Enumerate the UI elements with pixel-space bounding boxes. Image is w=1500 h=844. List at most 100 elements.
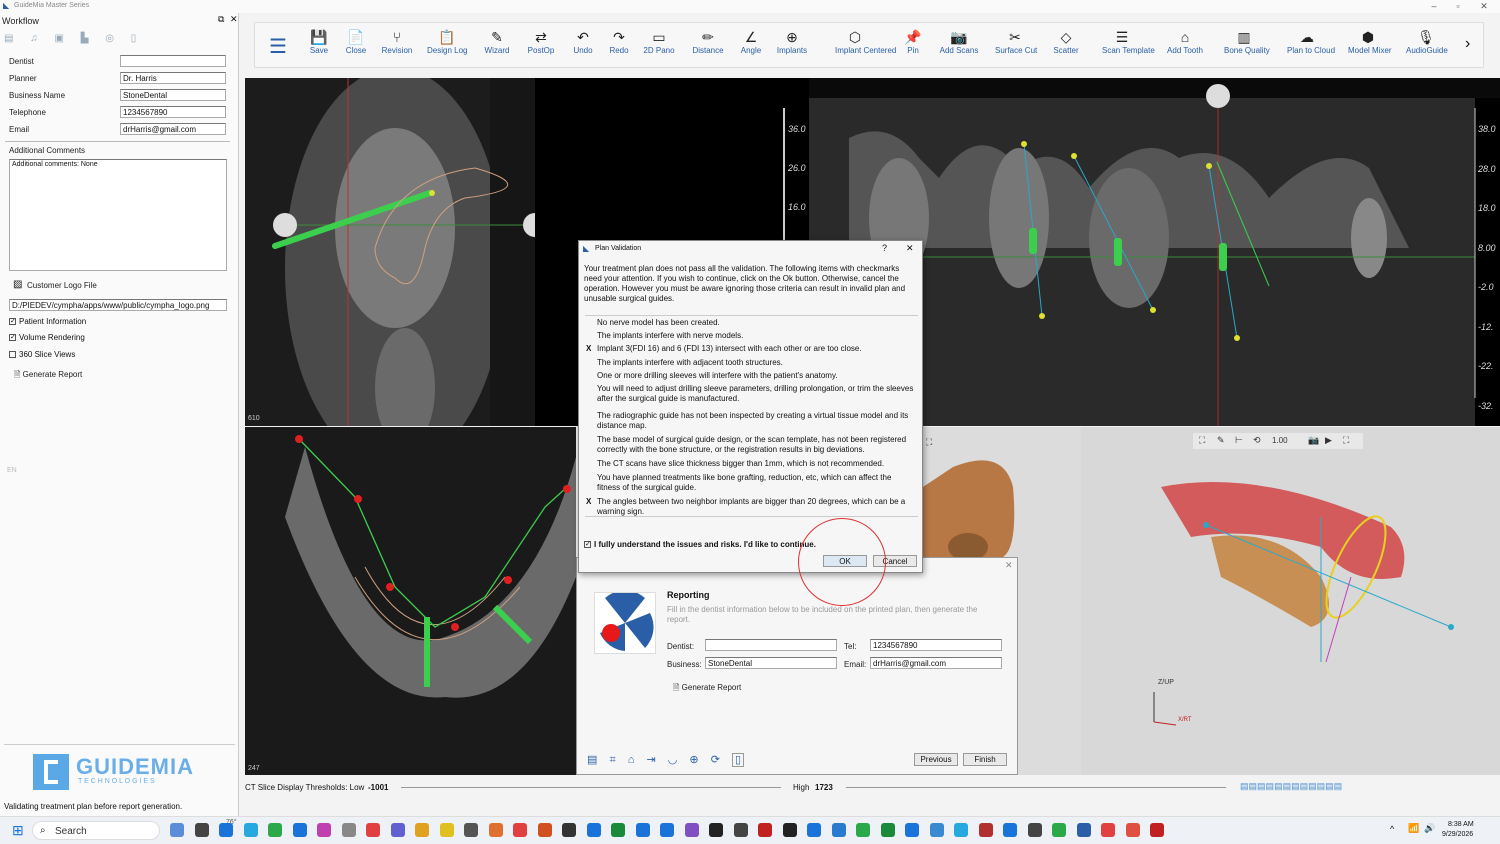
rep-tel-field[interactable]: 1234567890 xyxy=(870,639,1002,651)
layout-10-icon[interactable]: ▤ xyxy=(1317,781,1326,791)
maximize-button[interactable]: ▫ xyxy=(1448,0,1468,12)
rep-dentist-field[interactable] xyxy=(705,639,837,651)
report-tab-icon[interactable]: ▤ xyxy=(4,33,13,44)
layout-4-icon[interactable]: ▤ xyxy=(1266,781,1275,791)
arch-view[interactable]: 247 xyxy=(245,427,576,775)
toolbar-2d-pano-button[interactable]: ▭ 2D Pano xyxy=(639,28,679,55)
taskbar-app-icon[interactable] xyxy=(807,823,821,837)
logo-label[interactable]: Customer Logo File xyxy=(27,281,97,290)
comments-textarea[interactable]: Additional comments: None xyxy=(9,159,227,271)
chart-tab-icon[interactable]: ▙ xyxy=(81,33,89,44)
low-slider[interactable] xyxy=(401,787,781,788)
taskbar-app-icon[interactable] xyxy=(562,823,576,837)
toolbar-plan-to-cloud-button[interactable]: ☁ Plan to Cloud xyxy=(1287,28,1335,55)
taskbar-app-icon[interactable] xyxy=(243,823,258,837)
toolbar-revision-button[interactable]: ⑂ Revision xyxy=(377,28,417,55)
step-implant-icon[interactable]: ⊕ xyxy=(689,754,698,766)
layout-2-icon[interactable]: ▤ xyxy=(1249,781,1258,791)
taskbar-app-icon[interactable] xyxy=(929,823,944,837)
dialog-close-button[interactable]: ✕ xyxy=(906,243,914,254)
close-panel-icon[interactable]: ✕ xyxy=(230,14,238,25)
taskbar-app-icon[interactable] xyxy=(660,823,674,837)
toolbar-add-tooth-button[interactable]: ⌂ Add Tooth xyxy=(1165,28,1205,55)
audio-tab-icon[interactable]: ♫ xyxy=(30,33,38,44)
rep-generate-button[interactable]: 🗎 Generate Report xyxy=(673,682,741,696)
help-button[interactable]: ? xyxy=(882,243,887,253)
pen-icon[interactable]: ✎ xyxy=(1217,435,1225,446)
taskbar-app-icon[interactable] xyxy=(464,823,478,837)
taskbar-app-icon[interactable] xyxy=(219,823,233,837)
toolbar-postop-button[interactable]: ⇄ PostOp xyxy=(521,28,561,55)
rotate-icon[interactable]: ⟲ xyxy=(1253,435,1261,446)
document-tab-icon[interactable]: ▯ xyxy=(131,33,137,44)
volume-rendering-checkbox[interactable]: ✓ Volume Rendering xyxy=(9,333,85,342)
taskbar-app-icon[interactable] xyxy=(905,823,919,837)
video-icon[interactable]: ▶ xyxy=(1325,435,1332,446)
taskbar-app-icon[interactable] xyxy=(880,823,895,837)
layout-5-icon[interactable]: ▤ xyxy=(1274,781,1283,791)
taskbar-app-icon[interactable] xyxy=(415,823,429,837)
toolbar-implants-button[interactable]: ⊕ Implants xyxy=(772,28,812,55)
rep-email-field[interactable]: drHarris@gmail.com xyxy=(870,657,1002,669)
compass-tab-icon[interactable]: ◎ xyxy=(105,33,114,44)
dentist-field[interactable] xyxy=(120,55,226,67)
taskbar-app-icon[interactable] xyxy=(635,823,650,837)
taskbar-app-icon[interactable] xyxy=(194,823,209,837)
toolbar-design-log-button[interactable]: 📋 Design Log xyxy=(427,28,467,55)
taskbar-app-icon[interactable] xyxy=(390,823,405,837)
email-field[interactable]: drHarris@gmail.com xyxy=(120,123,226,135)
taskbar-app-icon[interactable] xyxy=(954,823,968,837)
toolbar-undo-button[interactable]: ↶ Undo xyxy=(563,28,603,55)
clock-date[interactable]: 9/29/2026 xyxy=(1442,831,1473,838)
toolbar-model-mixer-button[interactable]: ⬢ Model Mixer xyxy=(1348,28,1392,55)
toolbar-add-scans-button[interactable]: 📷 Add Scans xyxy=(939,28,979,55)
toolbar-redo-button[interactable]: ↷ Redo xyxy=(599,28,639,55)
slice-views-checkbox[interactable]: 360 Slice Views xyxy=(9,350,75,359)
rep-business-field[interactable]: StoneDental xyxy=(705,657,837,669)
volume-icon[interactable]: 🔊 xyxy=(1424,823,1435,834)
layout-1-icon[interactable]: ▤ xyxy=(1240,781,1249,791)
telephone-field[interactable]: 1234567890 xyxy=(120,106,226,118)
measure-icon[interactable]: ⊢ xyxy=(1235,435,1243,446)
tray-chevron-icon[interactable]: ^ xyxy=(1390,824,1394,834)
step-arrow-icon[interactable]: ⇥ xyxy=(646,754,655,766)
layout-3-icon[interactable]: ▤ xyxy=(1257,781,1266,791)
toolbar-scatter-button[interactable]: ◇ Scatter xyxy=(1046,28,1086,55)
taskbar-app-icon[interactable] xyxy=(1076,823,1091,837)
step-refresh-icon[interactable]: ⟳ xyxy=(711,754,720,766)
generate-report-button[interactable]: 🗎 Generate Report xyxy=(14,369,82,383)
reset-view-icon[interactable]: ⛶ xyxy=(1343,435,1349,446)
fullscreen-icon[interactable]: ⛶ xyxy=(926,437,932,448)
taskbar-app-icon[interactable] xyxy=(611,823,625,837)
toolbar-bone-quality-button[interactable]: ▥ Bone Quality xyxy=(1224,28,1270,55)
menu-icon[interactable]: ☰ xyxy=(269,34,287,59)
previous-button[interactable]: Previous xyxy=(914,753,958,766)
taskbar-app-icon[interactable] xyxy=(513,823,527,837)
axial-view[interactable]: 610 xyxy=(245,78,535,426)
clock-time[interactable]: 8:38 AM xyxy=(1448,821,1474,828)
close-window-button[interactable]: ✕ xyxy=(1474,0,1494,12)
toolbar-implant-centered-button[interactable]: ⬡ Implant Centered xyxy=(835,28,896,55)
taskbar-app-icon[interactable] xyxy=(684,823,699,837)
layout-11-icon[interactable]: ▤ xyxy=(1325,781,1334,791)
taskbar-app-icon[interactable] xyxy=(488,823,503,837)
windows-start-icon[interactable]: ⊞ xyxy=(12,822,24,839)
minimize-button[interactable]: – xyxy=(1424,0,1444,12)
toolbar-scan-template-button[interactable]: ☰ Scan Template xyxy=(1102,28,1155,55)
undock-icon[interactable]: ⧉ xyxy=(218,14,224,25)
taskbar-app-icon[interactable] xyxy=(366,823,380,837)
layout-8-icon[interactable]: ▤ xyxy=(1300,781,1309,791)
taskbar-app-icon[interactable] xyxy=(1003,823,1017,837)
finish-button[interactable]: Finish xyxy=(963,753,1007,766)
confirm-checkbox[interactable]: ✓ I fully understand the issues and risks… xyxy=(584,540,816,549)
taskbar-app-icon[interactable] xyxy=(170,823,184,837)
taskbar-app-icon[interactable] xyxy=(758,823,772,837)
taskbar-app-icon[interactable] xyxy=(1101,823,1115,837)
taskbar-app-icon[interactable] xyxy=(709,823,723,837)
logo-path-field[interactable]: D:/PIEDEV/cympha/apps/www/public/cympha_… xyxy=(9,299,227,311)
step-report-icon[interactable]: ▯ xyxy=(731,753,745,767)
patient-info-checkbox[interactable]: ✓ Patient Information xyxy=(9,317,86,326)
camera-icon[interactable]: 📷 xyxy=(1308,435,1319,446)
taskbar-app-icon[interactable] xyxy=(586,823,601,837)
toolbar-distance-button[interactable]: ✏ Distance xyxy=(688,28,728,55)
